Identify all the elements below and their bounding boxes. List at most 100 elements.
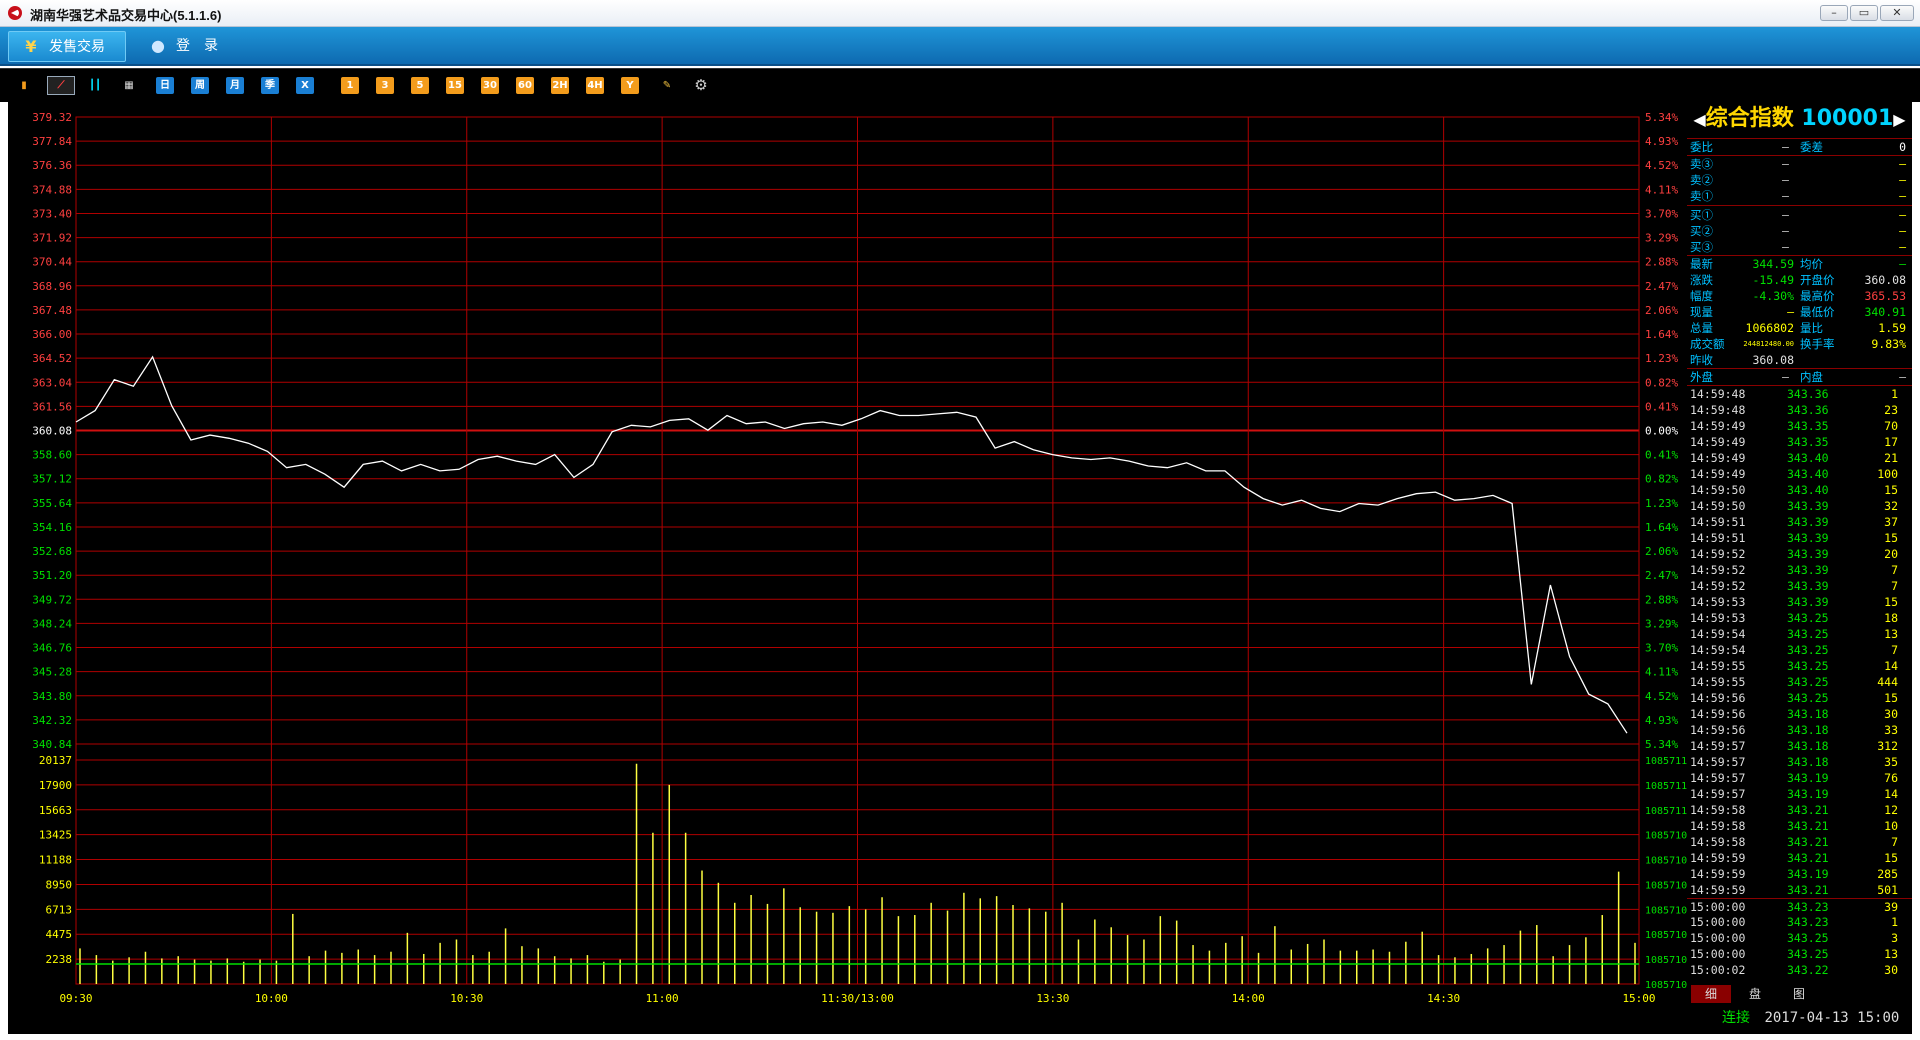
stat-row: 昨收 360.08 [1687,352,1912,368]
minute-button-8[interactable]: Y [621,77,639,94]
weibi-value: — [1782,140,1789,154]
tick-vol: 76 [1884,771,1898,785]
volume-tick-label: 8950 [46,878,73,891]
minute-button-4[interactable]: 30 [481,77,499,94]
minute-button-0[interactable]: 1 [341,77,359,94]
stat-label: 最高价 [1800,289,1835,303]
tick-row: 14:59:59 343.21 15 [1687,850,1912,866]
tick-time: 14:59:48 [1690,387,1746,401]
price-tick-label: 360.08 [32,425,72,438]
tick-vol: 18 [1884,611,1898,625]
minute-button-1[interactable]: 3 [376,77,394,94]
volume-right-tick-label: 10857110 [1645,806,1687,817]
ob-vol: — [1899,157,1906,171]
tick-row: 14:59:52 343.39 20 [1687,546,1912,562]
tick-row: 14:59:59 343.19 285 [1687,866,1912,882]
tick-vol: 14 [1884,787,1898,801]
calendar-icon[interactable]: ▦ [120,77,138,94]
prev-arrow-icon[interactable]: ◀ [1693,110,1705,129]
stat-label: 开盘价 [1800,273,1835,287]
index-name: 综合指数 [1705,106,1794,131]
tick-row: 15:00:00 343.25 13 [1687,946,1912,962]
tab-chart[interactable]: 图 [1779,985,1819,1003]
ob-vol: — [1899,240,1906,254]
line-chart-icon[interactable]: ⟋ [47,76,75,95]
stat-value: 9.83% [1871,337,1906,351]
period-button-2[interactable]: 月 [226,77,244,94]
minute-button-3[interactable]: 15 [446,77,464,94]
panel-tabs: 细 盘 图 [1687,983,1912,1005]
stat-label: 最低价 [1800,305,1835,319]
maximize-button[interactable]: ▭ [1850,5,1878,21]
stat-value: 244812480.00 [1743,340,1794,348]
tick-vol: 32 [1884,499,1898,513]
waipan-value: — [1782,370,1789,384]
tick-time: 15:00:00 [1690,900,1746,914]
tick-row: 14:59:49 343.35 17 [1687,434,1912,450]
ob-price: — [1782,173,1789,187]
candlestick-icon[interactable]: ┃┃ [86,77,104,94]
tick-time: 14:59:53 [1690,611,1746,625]
tick-price: 343.25 [1787,675,1829,689]
tick-price: 343.23 [1787,900,1829,914]
tick-vol: 7 [1891,643,1898,657]
tick-row: 14:59:50 343.39 32 [1687,498,1912,514]
volume-tick-label: 13425 [39,829,72,842]
window-title: 湖南华强艺术品交易中心(5.1.1.6) [30,8,222,23]
bar-chart-icon[interactable]: ▮ [15,77,33,94]
tick-vol: 17 [1884,435,1898,449]
tick-row: 14:59:51 343.39 15 [1687,530,1912,546]
minute-button-2[interactable]: 5 [411,77,429,94]
period-button-3[interactable]: 季 [261,77,279,94]
close-button[interactable]: ✕ [1880,5,1914,21]
menu-login[interactable]: ● 登 录 [136,31,246,62]
tick-row: 14:59:57 343.18 35 [1687,754,1912,770]
tick-price: 343.21 [1787,803,1829,817]
period-button-1[interactable]: 周 [191,77,209,94]
price-tick-label: 342.32 [32,714,72,727]
tick-price: 343.39 [1787,595,1829,609]
tab-book[interactable]: 盘 [1735,985,1775,1003]
tick-time: 14:59:57 [1690,771,1746,785]
price-tick-label: 368.96 [32,280,72,293]
tick-time: 14:59:50 [1690,483,1746,497]
gear-icon[interactable]: ⚙ [692,77,710,94]
tick-vol: 1 [1891,387,1898,401]
stat-value: 340.91 [1864,305,1906,319]
pct-tick-label: 1.64% [1645,521,1678,534]
period-button-0[interactable]: 日 [156,77,174,94]
volume-right-tick-label: 10857104 [1645,955,1687,966]
tick-price: 343.21 [1787,835,1829,849]
tick-price: 343.21 [1787,851,1829,865]
menu-sales-trade-label: 发售交易 [49,39,105,55]
tick-row: 14:59:48 343.36 1 [1687,386,1912,402]
ob-vol: — [1899,173,1906,187]
tick-time: 14:59:55 [1690,675,1746,689]
tick-vol: 13 [1884,947,1898,961]
menu-sales-trade[interactable]: ¥ 发售交易 [8,31,126,62]
tick-time: 14:59:58 [1690,819,1746,833]
tick-price: 343.21 [1787,819,1829,833]
tick-list[interactable]: 14:59:48 343.36 1 14:59:48 343.36 23 14:59:49 3… [1687,386,1912,978]
period-button-4[interactable]: X [296,77,314,94]
tick-time: 14:59:49 [1690,467,1746,481]
pct-tick-label: 1.23% [1645,497,1678,510]
tick-row: 14:59:54 343.25 7 [1687,642,1912,658]
tick-row: 14:59:57 343.19 76 [1687,770,1912,786]
minute-button-6[interactable]: 2H [551,77,569,94]
pencil-icon[interactable]: ✎ [658,77,676,94]
tick-vol: 15 [1884,531,1898,545]
tab-detail[interactable]: 细 [1691,985,1731,1003]
tick-price: 343.40 [1787,483,1829,497]
price-tick-label: 358.60 [32,449,72,462]
user-icon: ● [151,36,165,55]
tick-vol: 100 [1877,467,1898,481]
minute-button-5[interactable]: 60 [516,77,534,94]
stat-value: 1066802 [1745,321,1794,335]
intraday-chart[interactable]: 379.32 5.34% 377.84 4.93% 376.36 4.52% 374.88 4… [8,102,1687,1034]
minimize-button[interactable]: – [1820,5,1848,21]
minute-button-7[interactable]: 4H [586,77,604,94]
next-arrow-icon[interactable]: ▶ [1893,110,1905,129]
tick-price: 343.39 [1787,515,1829,529]
price-tick-label: 370.44 [32,256,72,269]
